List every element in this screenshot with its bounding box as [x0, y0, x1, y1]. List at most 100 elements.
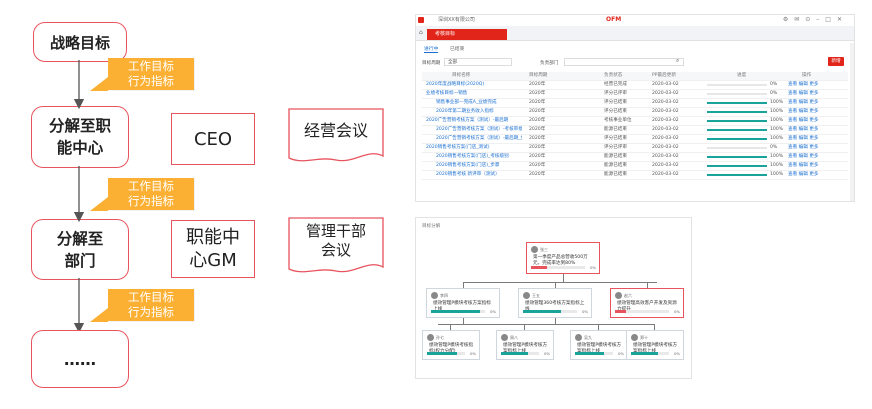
row-status: 评分已结束: [604, 136, 627, 141]
table-row[interactable]: 2020广告营销考核方案（测试）-考核审批 2020年 能源已结束 2020-03-0…: [422, 126, 848, 135]
row-percent: 100%: [770, 100, 784, 105]
row-actions[interactable]: 查看 编辑 更多: [788, 144, 818, 152]
table-row[interactable]: 2020销售考核方案(门店)_考核级别 2020年 能源已结束 2020-03-02 1…: [422, 153, 848, 162]
filter-select[interactable]: 全部: [444, 58, 512, 66]
tree-level2-node[interactable]: 赵六绩效管理高效客户开发及资源力提升0%: [610, 288, 684, 318]
row-actions[interactable]: 查看 编辑 更多: [788, 162, 818, 170]
table-row[interactable]: 业绩考核目标—销售 2020年 评分已评审 2020-03-02 0% 查看 编辑 更多: [422, 90, 848, 99]
row-name: 2020销售考核方案(门店)_考核级别: [436, 154, 509, 159]
avatar: [615, 292, 622, 299]
window-title-bar: 深圳XX有限公司 OFM ⚙✉⊙–□✕: [416, 15, 854, 26]
callout-goal-2: 工作目标 行为指标: [90, 178, 194, 211]
callout-3-line2: 行为指标: [128, 305, 174, 319]
subtab-ended[interactable]: 已结束: [450, 45, 464, 52]
row-actions[interactable]: 查看 编辑 更多: [788, 126, 818, 134]
table-row[interactable]: 2020销售考核方案(门店_测试) 2020年 评分已评审 2020-03-02 0% 查…: [422, 144, 848, 153]
row-period: 2020年: [529, 145, 546, 150]
node-progress-bar: [575, 352, 613, 355]
row-period: 2020年: [529, 154, 546, 159]
home-icon[interactable]: ⌂: [419, 29, 423, 36]
row-status: 能源已结束: [604, 172, 627, 177]
row-progress-bar: [707, 102, 767, 104]
node-percent: 0%: [589, 265, 596, 270]
role-gm-line2: 心GM: [189, 250, 237, 271]
row-date: 2020-03-02: [652, 118, 679, 123]
role-ceo-box: CEO: [171, 113, 255, 165]
tree-level2-node[interactable]: 王五绩效管理360考核方案指标上线0%: [518, 288, 592, 318]
tree-level3-node[interactable]: 周八绩效管理P模块考核方案指标上线0%: [496, 330, 554, 360]
col-status: 负责状态: [604, 73, 623, 78]
tree-level3-node[interactable]: 孙七绩效管理P模块考核指标(权力分配)0%: [422, 330, 480, 360]
tree-root-node[interactable]: 张三 第一季度产品总营收500万元，完成率达到80% 0%: [526, 242, 600, 274]
window-controls-icon[interactable]: ⚙✉⊙–□✕: [783, 16, 848, 23]
subtab-active[interactable]: 进行中: [424, 45, 439, 53]
callout-goal-3: 工作目标 行为指标: [90, 289, 194, 322]
callout-2-line2: 行为指标: [128, 194, 174, 208]
node-progress-bar: [523, 310, 577, 313]
row-actions[interactable]: 查看 编辑 更多: [788, 135, 818, 143]
table-row[interactable]: 2020销售考核方案(门店)_步骤 2020年 能源已结束 2020-03-02 100…: [422, 162, 848, 171]
row-actions[interactable]: 查看 编辑 更多: [788, 99, 818, 107]
row-status: 考核事业单位: [604, 118, 632, 123]
node-percent: 0%: [617, 351, 624, 356]
tree-level3-node[interactable]: 郑十绩效管理P模块考核方案指标上线0%: [626, 330, 684, 360]
node-progress-bar: [615, 310, 669, 313]
app-logo-icon: [418, 17, 424, 23]
table-row[interactable]: 2020销售考核 新评审（测试） 2020年 能源已结束 2020-03-02 100%…: [422, 171, 848, 180]
row-actions[interactable]: 查看 编辑 更多: [788, 81, 818, 89]
node-percent: 0%: [673, 309, 680, 314]
row-percent: 100%: [770, 109, 784, 114]
row-name: 2020广告营销考核方案（测试）-最后期_步骤: [436, 136, 522, 141]
col-name: 目标名称: [452, 73, 471, 78]
search-icon[interactable]: ⌕: [676, 57, 679, 65]
node-owner: 赵六: [624, 293, 632, 298]
row-name: 2020年度战略目标(2020Q): [426, 82, 485, 87]
row-period: 2020年: [529, 172, 546, 177]
tab-goal[interactable]: 考核目标: [427, 29, 507, 40]
row-status: 评分已评审: [604, 145, 627, 150]
search-input[interactable]: [564, 58, 684, 66]
row-status: 评分已结束: [604, 100, 627, 105]
row-name: 2020年第二期业务收入指标: [436, 109, 494, 114]
table-row[interactable]: 销售事业部—完成A_业绩完成 2020年 评分已结束 2020-03-02 100% 查看…: [422, 99, 848, 108]
row-actions[interactable]: 查看 编辑 更多: [788, 90, 818, 98]
row-period: 2020年: [529, 109, 546, 114]
flow-arrows: [73, 60, 85, 330]
table-row[interactable]: 2020广告营销考核方案（测试）-最后期_步骤 2020年 评分已结束 2020-03…: [422, 135, 848, 144]
row-percent: 100%: [770, 136, 784, 141]
role-ceo-label: CEO: [193, 128, 233, 150]
callout-1-line2: 行为指标: [128, 74, 174, 88]
table-row[interactable]: 2020年度战略目标(2020Q) 2020年 经营已完成 2020-03-02 0% 查…: [422, 81, 848, 90]
tree-level3-node[interactable]: 吴九绩效管理P模块考核方案指标上线0%: [570, 330, 628, 360]
row-date: 2020-03-02: [652, 136, 679, 141]
row-progress-bar: [707, 93, 767, 95]
row-status: 评分已结束: [604, 109, 627, 114]
tree-level2-node[interactable]: 李四绩效管理P模块考核方案指标上线0%: [426, 288, 500, 318]
table-row[interactable]: 2020年第二期业务收入指标 2020年 评分已结束 2020-03-02 100% 查看…: [422, 108, 848, 117]
node-owner: 李四: [440, 293, 448, 298]
row-status: 能源已结束: [604, 154, 627, 159]
scrollbar[interactable]: [850, 43, 854, 201]
row-period: 2020年: [529, 163, 546, 168]
row-progress-bar: [707, 138, 767, 140]
row-actions[interactable]: 查看 编辑 更多: [788, 117, 818, 125]
tree-connector: [463, 282, 657, 283]
row-actions[interactable]: 查看 编辑 更多: [788, 171, 818, 179]
row-percent: 100%: [770, 118, 784, 123]
row-name: 2020销售考核方案(门店)_步骤: [436, 163, 500, 168]
row-actions[interactable]: 查看 编辑 更多: [788, 153, 818, 161]
row-date: 2020-03-02: [652, 145, 679, 150]
row-date: 2020-03-02: [652, 172, 679, 177]
node-progress-bar: [431, 310, 485, 313]
row-date: 2020-03-02: [652, 109, 679, 114]
row-progress-bar: [707, 147, 767, 149]
callout-1-line1: 工作目标: [128, 59, 174, 73]
row-name: 2020广告营销考核方案（测试）-考核审批: [436, 127, 522, 132]
node-progress-bar: [631, 352, 669, 355]
row-date: 2020-03-02: [652, 163, 679, 168]
row-period: 2020年: [529, 100, 546, 105]
table-row[interactable]: 2020广告营销考核方案（测试）-最后期 2020年 考核事业单位 2020-03-0…: [422, 117, 848, 126]
new-button[interactable]: 新增: [828, 57, 844, 66]
row-progress-bar: [707, 174, 767, 176]
row-actions[interactable]: 查看 编辑 更多: [788, 108, 818, 116]
